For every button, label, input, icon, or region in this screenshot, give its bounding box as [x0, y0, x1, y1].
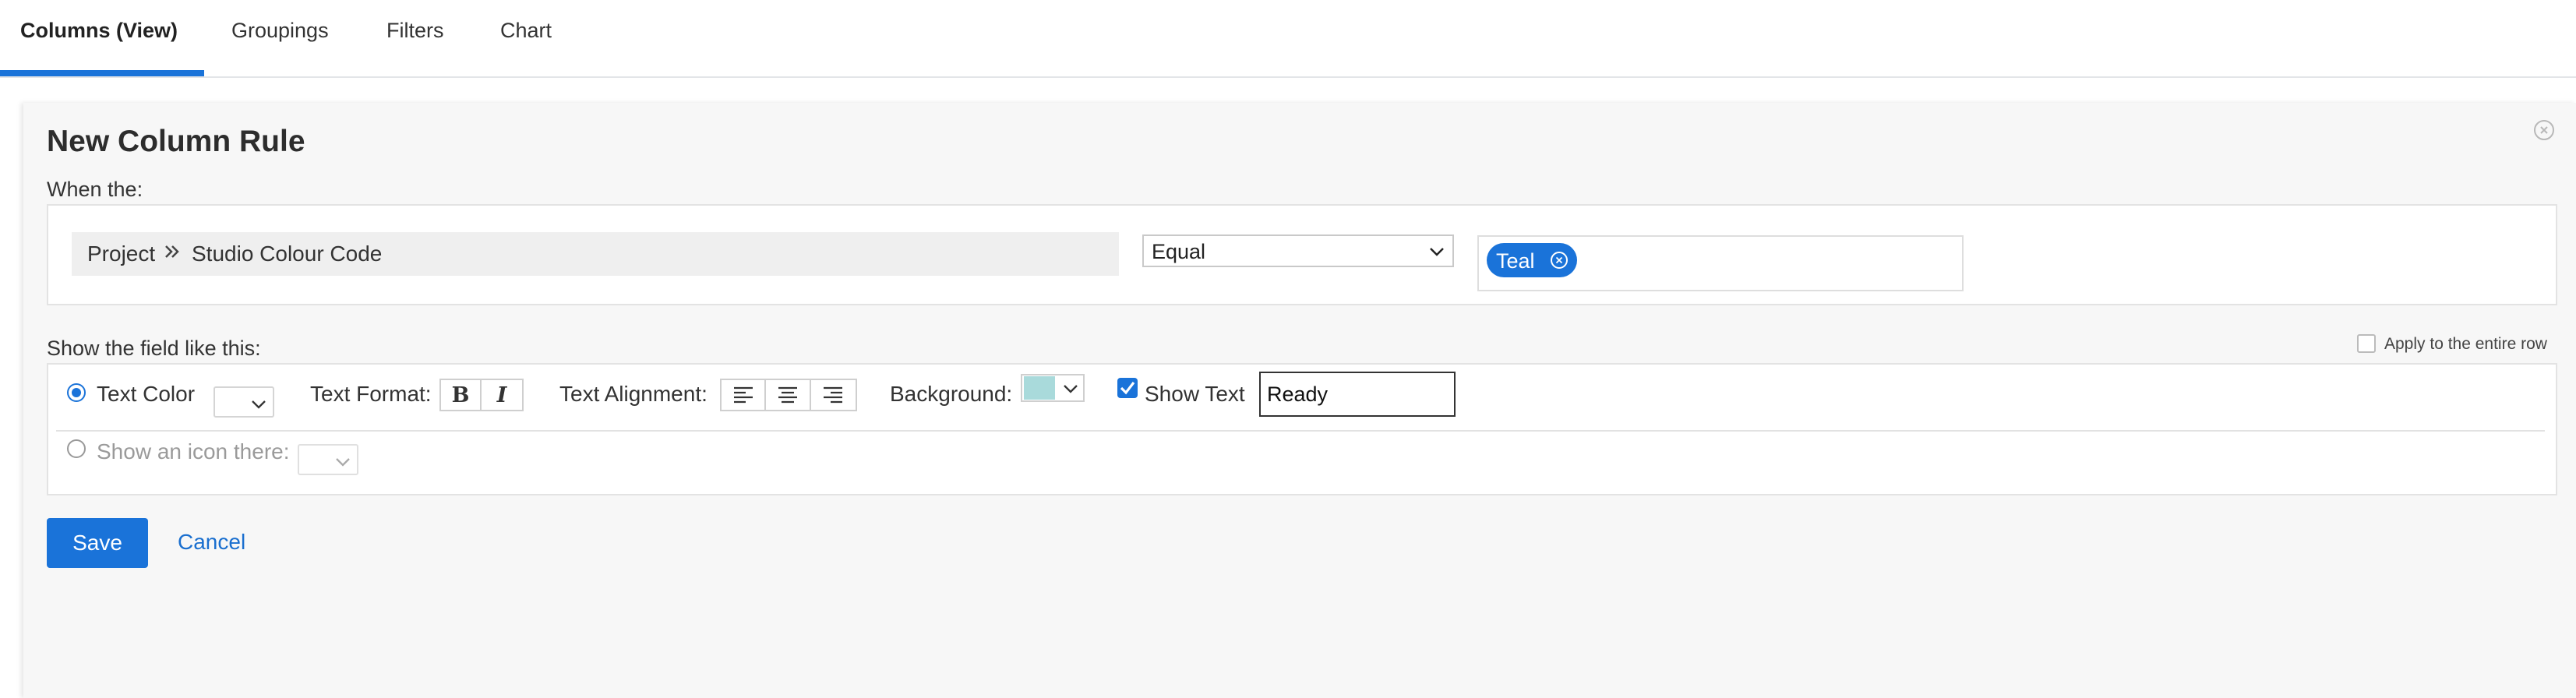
apply-entire-row-label: Apply to the entire row	[2384, 335, 2547, 353]
show-text-field[interactable]	[1261, 373, 1454, 415]
operator-select-value: Equal	[1152, 240, 1206, 263]
show-text-label: Show Text	[1145, 382, 1245, 406]
remove-chip-icon[interactable]	[1551, 252, 1568, 269]
background-color-swatch	[1024, 376, 1055, 400]
bold-button[interactable]: B	[441, 380, 482, 410]
background-label: Background:	[890, 382, 1013, 406]
chevron-down-icon	[1064, 385, 1078, 393]
show-icon-radio[interactable]	[67, 439, 86, 458]
field-path-object: Project	[87, 241, 156, 266]
text-alignment-label: Text Alignment:	[559, 382, 708, 406]
text-format-group: B I	[439, 379, 524, 411]
chevron-down-icon	[1430, 248, 1444, 256]
when-label: When the:	[47, 178, 143, 201]
text-color-select[interactable]	[213, 386, 274, 418]
chevron-down-icon	[336, 458, 350, 467]
text-format-label: Text Format:	[310, 382, 432, 406]
apply-entire-row-checkbox[interactable]	[2357, 334, 2376, 353]
align-right-icon[interactable]	[811, 380, 856, 410]
tab-bar: Columns (View) Groupings Filters Chart	[0, 0, 2576, 78]
field-path[interactable]: Project Studio Colour Code	[72, 232, 1119, 276]
value-chip-label: Teal	[1496, 249, 1535, 273]
tab-chart[interactable]: Chart	[500, 19, 552, 43]
show-text-checkbox[interactable]	[1117, 378, 1138, 398]
icon-select[interactable]	[298, 444, 358, 475]
show-icon-label: Show an icon there:	[97, 439, 290, 464]
background-color-picker[interactable]	[1021, 374, 1085, 402]
value-chip: Teal	[1487, 243, 1577, 277]
active-tab-indicator	[0, 70, 204, 76]
tab-columns-view[interactable]: Columns (View)	[20, 19, 178, 43]
save-button[interactable]: Save	[47, 518, 148, 568]
show-label: Show the field like this:	[47, 337, 261, 360]
italic-button[interactable]: I	[482, 380, 522, 410]
field-path-field: Studio Colour Code	[192, 241, 383, 266]
align-center-icon[interactable]	[766, 380, 811, 410]
operator-select[interactable]: Equal	[1142, 234, 1454, 267]
text-alignment-group	[720, 379, 857, 411]
text-color-radio[interactable]	[67, 383, 86, 402]
format-divider	[56, 430, 2545, 432]
tab-groupings[interactable]: Groupings	[231, 19, 329, 43]
align-left-icon[interactable]	[722, 380, 767, 410]
show-text-input[interactable]	[1259, 372, 1456, 417]
cancel-button[interactable]: Cancel	[178, 530, 245, 555]
close-icon[interactable]	[2534, 120, 2554, 140]
panel-title: New Column Rule	[47, 125, 305, 158]
tab-filters[interactable]: Filters	[386, 19, 444, 43]
double-chevron-right-icon	[164, 240, 182, 269]
text-color-label: Text Color	[97, 382, 196, 406]
chevron-down-icon	[252, 400, 266, 409]
